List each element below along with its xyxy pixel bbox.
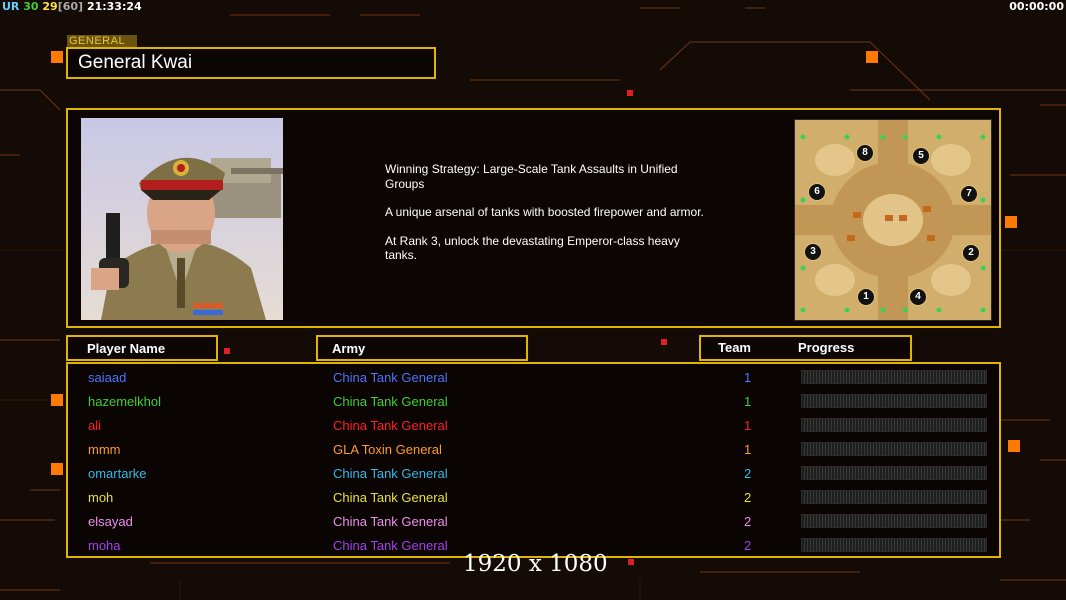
player-name: omartarke: [88, 466, 147, 481]
player-team: 2: [744, 466, 752, 481]
player-army: China Tank General: [333, 370, 448, 385]
header-player-name: Player Name: [66, 335, 218, 361]
spawn-1: 1: [857, 288, 875, 306]
player-name: mmm: [88, 442, 121, 457]
general-portrait: [81, 118, 283, 320]
player-row: hazemelkhol China Tank General 1: [68, 390, 998, 414]
game-timer: 00:00:00: [1009, 0, 1064, 13]
player-progress-bar: [801, 370, 987, 384]
player-name: moh: [88, 490, 114, 505]
spawn-6: 6: [808, 183, 826, 201]
player-progress-bar: [801, 466, 987, 480]
player-team: 2: [744, 538, 752, 553]
player-progress-bar: [801, 490, 987, 504]
header-team-label: Team: [718, 340, 751, 355]
spawn-2: 2: [962, 244, 980, 262]
player-row: mmm GLA Toxin General 1: [68, 438, 998, 462]
spawn-8: 8: [856, 144, 874, 162]
player-army: GLA Toxin General: [333, 442, 442, 457]
description-rank: At Rank 3, unlock the devastating Empero…: [385, 233, 680, 263]
general-name: General Kwai: [78, 52, 193, 73]
ur-value-1: 30: [23, 0, 39, 13]
player-name: saiaad: [88, 370, 127, 385]
header-player-name-label: Player Name: [87, 341, 166, 356]
general-title-box: General Kwai: [66, 47, 436, 79]
ur-value-2: 29: [42, 0, 58, 13]
player-row: ali China Tank General 1: [68, 414, 998, 438]
description-strategy: Winning Strategy: Large-Scale Tank Assau…: [385, 162, 678, 191]
map-preview: 8 5 6 7 3 2 1 4: [794, 119, 992, 321]
header-army-label: Army: [332, 341, 366, 356]
spawn-3: 3: [804, 243, 822, 261]
header-progress-label: Progress: [798, 340, 855, 355]
player-army: China Tank General: [333, 514, 448, 529]
player-progress-bar: [801, 418, 987, 432]
general-description: Winning Strategy: Large-Scale Tank Assau…: [385, 162, 715, 277]
spawn-7: 7: [960, 185, 978, 203]
player-progress-bar: [801, 394, 987, 408]
player-name: ali: [88, 418, 102, 433]
player-army: China Tank General: [333, 490, 448, 505]
player-progress-bar: [801, 514, 987, 528]
player-progress-bar: [801, 538, 987, 552]
ur-label: UR: [2, 0, 20, 13]
player-row: moh China Tank General 2: [68, 486, 998, 510]
player-name: elsayad: [88, 514, 133, 529]
header-army: Army: [316, 335, 528, 361]
player-team: 1: [744, 394, 752, 409]
clock: 21:33:24: [86, 0, 142, 13]
player-army: China Tank General: [333, 394, 448, 409]
player-army: China Tank General: [333, 466, 448, 481]
player-row: omartarke China Tank General 2: [68, 462, 998, 486]
player-name: moha: [88, 538, 121, 553]
player-army: China Tank General: [333, 418, 448, 433]
header-team-progress: Team Progress: [699, 335, 912, 361]
player-army: China Tank General: [333, 538, 448, 553]
resolution-watermark: 1920 x 1080: [463, 551, 608, 577]
player-list: saiaad China Tank General 1 hazemelkhol Chin…: [66, 362, 1001, 558]
player-name: hazemelkhol: [88, 394, 161, 409]
player-progress-bar: [801, 442, 987, 456]
description-arsenal: A unique arsenal of tanks with boosted f…: [385, 205, 704, 219]
player-row: elsayad China Tank General 2: [68, 510, 998, 534]
player-team: 1: [744, 370, 752, 385]
spawn-4: 4: [909, 288, 927, 306]
spawn-5: 5: [912, 147, 930, 165]
player-team: 2: [744, 514, 752, 529]
player-row: saiaad China Tank General 1: [68, 366, 998, 390]
player-team: 2: [744, 490, 752, 505]
player-team: 1: [744, 442, 752, 457]
ur-value-3: [60]: [57, 0, 84, 13]
player-team: 1: [744, 418, 752, 433]
fps-clock-readout: UR 30 29[60] 21:33:24: [2, 0, 142, 13]
